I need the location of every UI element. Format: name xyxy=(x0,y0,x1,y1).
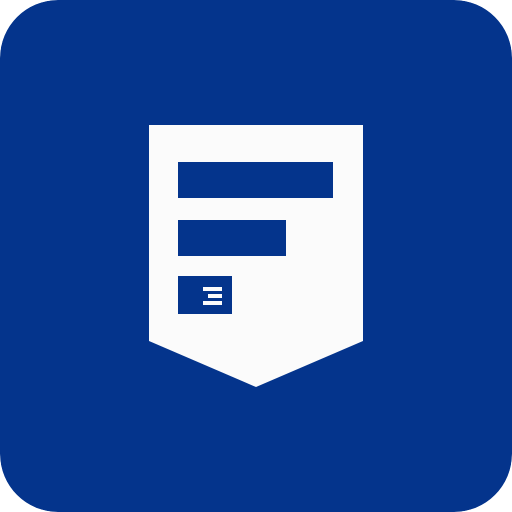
form-button-line-bottom xyxy=(203,301,222,305)
app-icon-graphic xyxy=(0,0,512,512)
form-button-line-middle xyxy=(208,294,222,298)
app-icon[interactable] xyxy=(0,0,512,512)
form-bar-medium xyxy=(178,220,286,256)
form-bar-long xyxy=(178,162,333,198)
form-button-box xyxy=(178,276,232,314)
form-button-line-top xyxy=(203,287,222,291)
